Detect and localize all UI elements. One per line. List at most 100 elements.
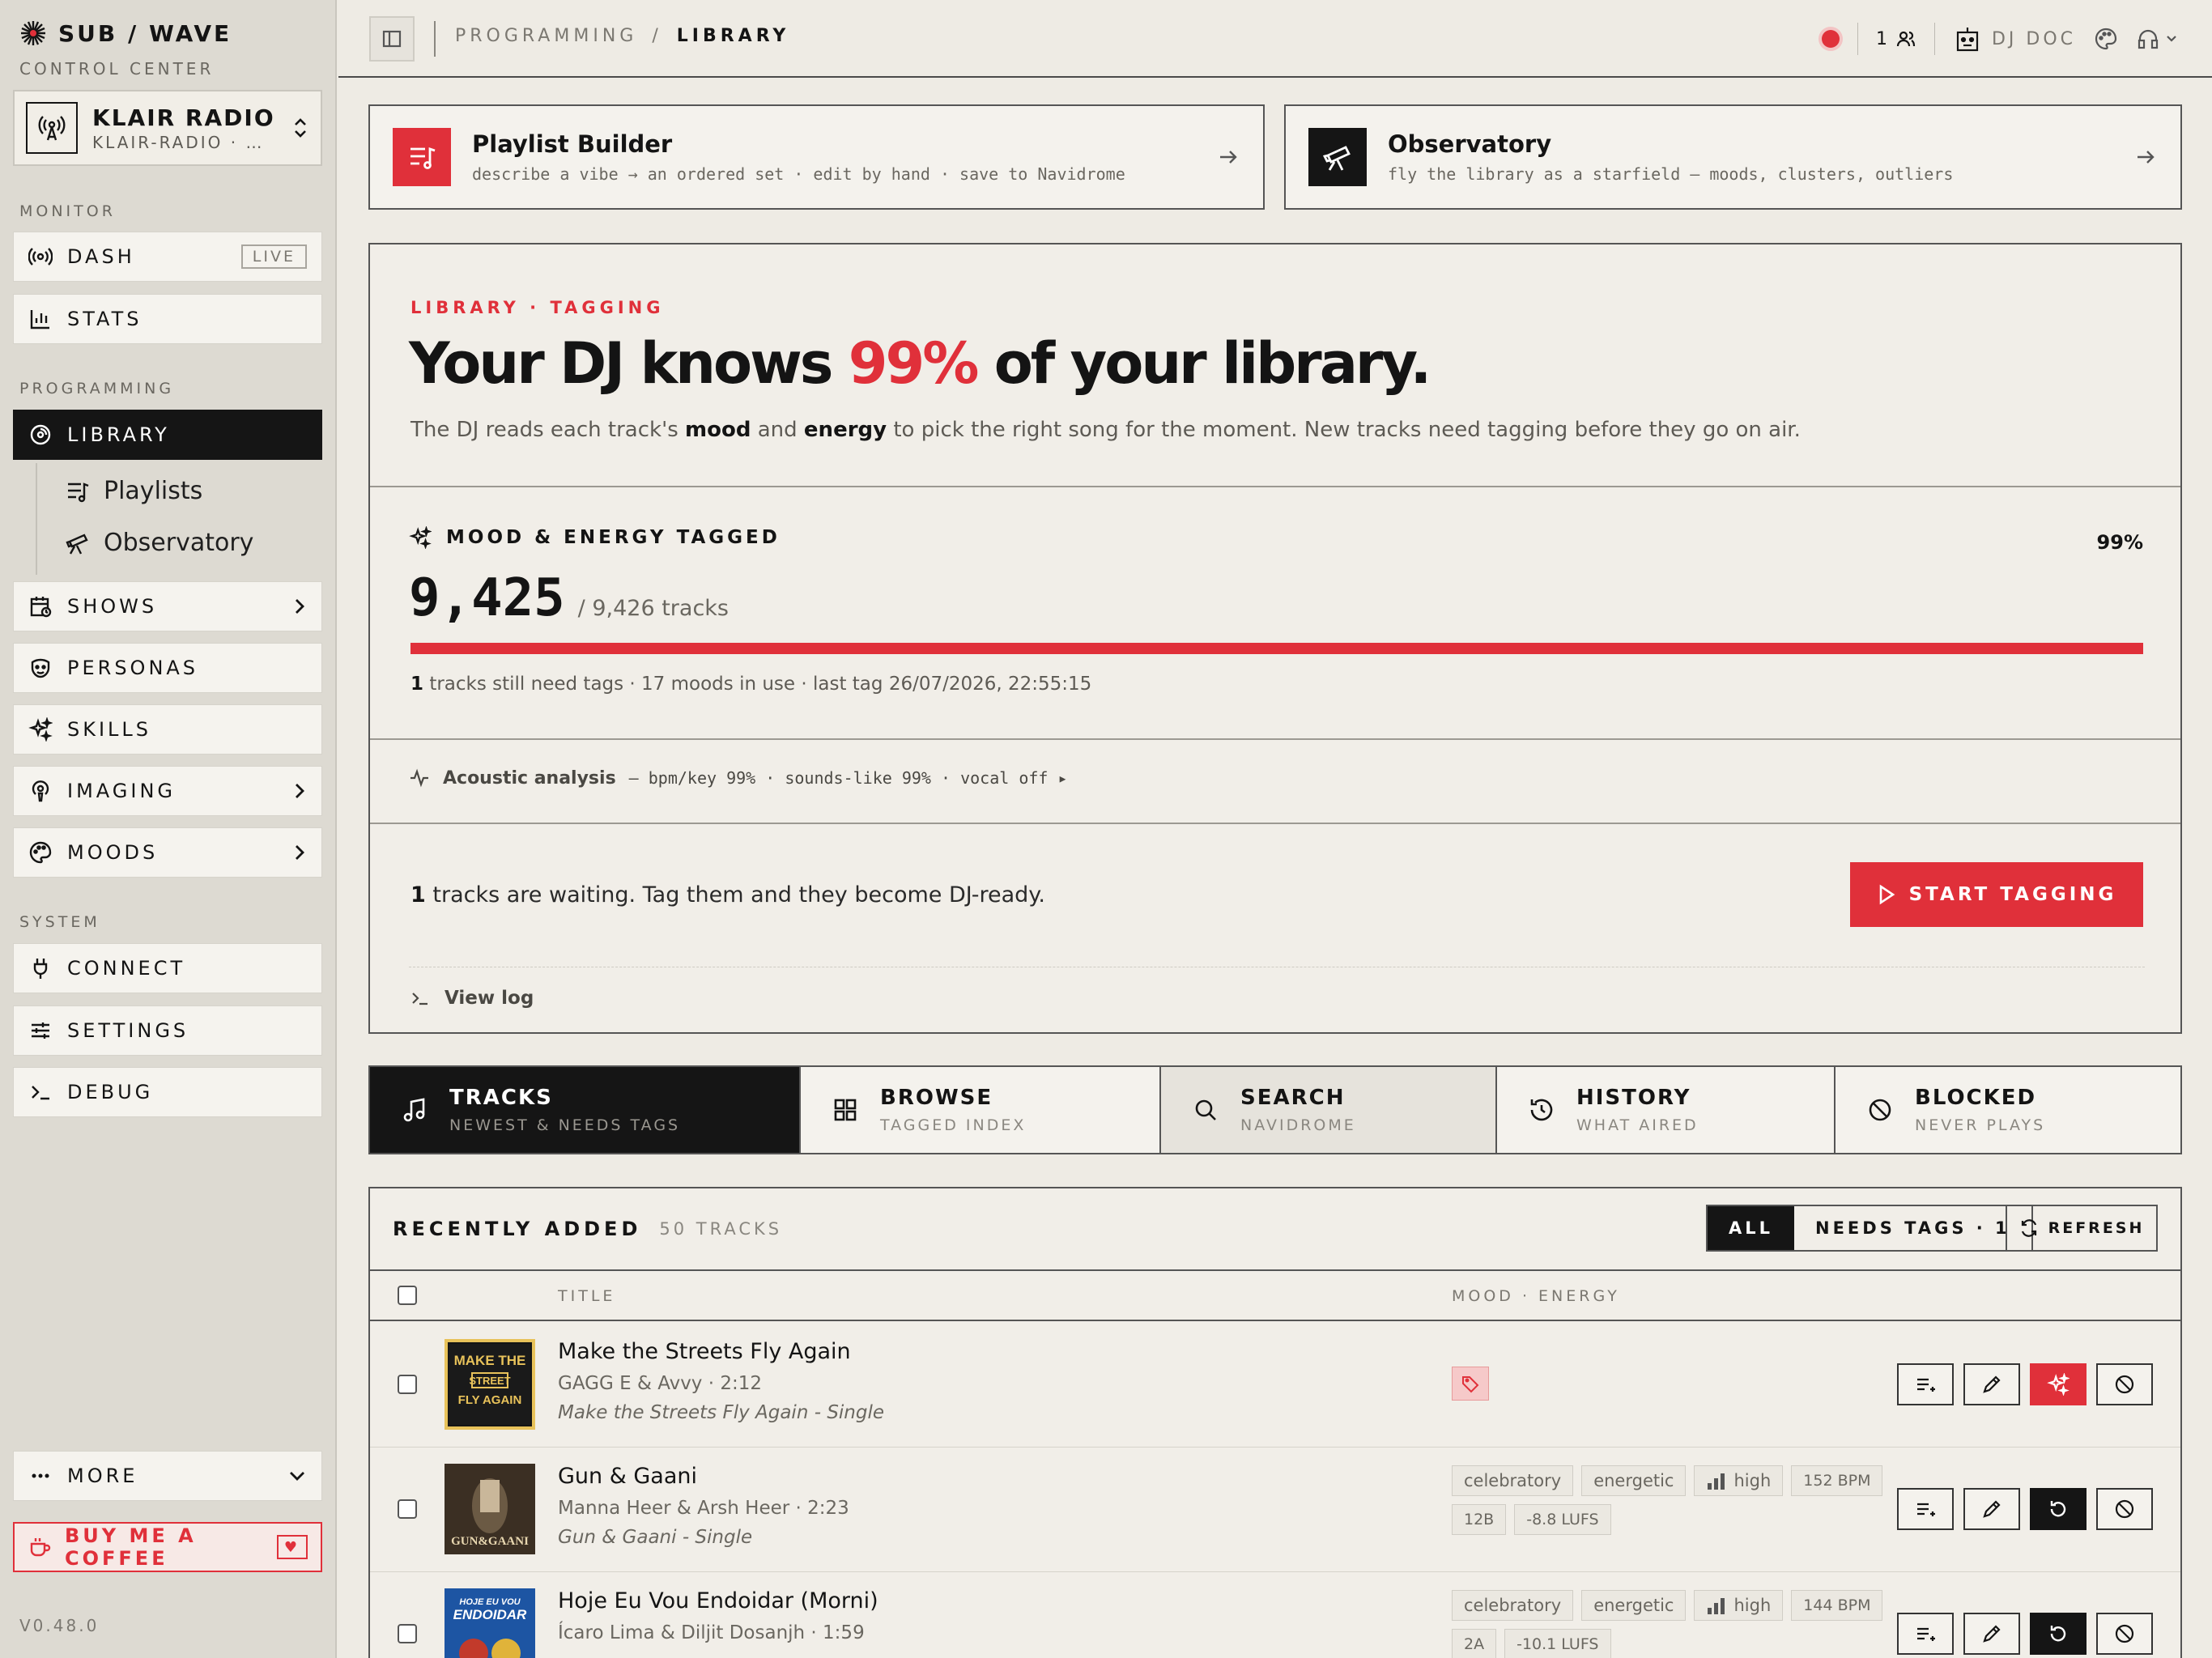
nav-library[interactable]: LIBRARY (13, 410, 322, 460)
activity-pulse-icon (409, 767, 430, 789)
nav-dash[interactable]: DASH LIVE (13, 232, 322, 282)
panel-title: RECENTLY ADDED (393, 1218, 642, 1240)
nav-skills[interactable]: SKILLS (13, 704, 322, 755)
refresh-button[interactable]: REFRESH (2006, 1205, 2158, 1252)
nav-shows[interactable]: SHOWS (13, 581, 322, 631)
tagged-count: 9,425 (409, 568, 565, 628)
subtree-line (36, 463, 37, 575)
table-header: TITLE MOOD · ENERGY (370, 1269, 2180, 1321)
block-button[interactable] (2096, 1488, 2153, 1530)
nav-debug[interactable]: DEBUG (13, 1067, 322, 1117)
tag-with-ai-button[interactable] (2030, 1363, 2087, 1405)
tab-blocked-title: BLOCKED (1915, 1086, 2037, 1110)
sparkles-icon (409, 526, 432, 549)
nav-stats[interactable]: STATS (13, 294, 322, 344)
lede-part: and (751, 418, 804, 442)
table-row[interactable]: GUN&GAANI Gun & Gaani Manna Heer & Arsh … (370, 1448, 2180, 1572)
edit-button[interactable] (1963, 1613, 2020, 1655)
tagging-progress-bar (410, 643, 2143, 654)
row-checkbox[interactable] (398, 1375, 417, 1394)
chevron-right-icon (292, 843, 307, 862)
tab-blocked[interactable]: BLOCKED NEVER PLAYS (1836, 1067, 2180, 1153)
tab-search[interactable]: SEARCH NAVIDROME (1161, 1067, 1497, 1153)
sparkles-icon (28, 717, 53, 742)
ban-icon (1866, 1096, 1894, 1124)
headline-post: of your library. (976, 330, 1432, 397)
mood-energy-tags: celebratory energetic high 144 BPM 2A -1… (1452, 1590, 1889, 1658)
tab-history[interactable]: HISTORY WHAT AIRED (1497, 1067, 1836, 1153)
buy-me-a-coffee-button[interactable]: BUY ME A COFFEE ♥ (13, 1522, 322, 1572)
edit-button[interactable] (1963, 1363, 2020, 1405)
needs-tags-icon (1452, 1367, 1489, 1401)
nav-more[interactable]: MORE (13, 1451, 322, 1501)
edit-button[interactable] (1963, 1488, 2020, 1530)
svg-text:HOJE EU VOU: HOJE EU VOU (459, 1597, 521, 1607)
nav-settings[interactable]: SETTINGS (13, 1005, 322, 1056)
add-to-queue-button[interactable] (1897, 1363, 1954, 1405)
nav-playlists[interactable]: Playlists (65, 477, 202, 505)
bar-chart-icon (28, 307, 53, 331)
panel-header: RECENTLY ADDED 50 TRACKS (393, 1218, 782, 1240)
block-button[interactable] (2096, 1363, 2153, 1405)
acoustic-analysis-toggle[interactable]: Acoustic analysis — bpm/key 99% · sounds… (409, 767, 1068, 789)
station-switcher[interactable]: KLAIR RADIO KLAIR-RADIO · … (13, 90, 322, 166)
start-tagging-button[interactable]: START TAGGING (1850, 862, 2143, 927)
retag-button[interactable] (2030, 1488, 2087, 1530)
library-tabs: TRACKS NEWEST & NEEDS TAGS BROWSE TAGGED I… (368, 1065, 2182, 1154)
tagging-panel: LIBRARY · TAGGING Your DJ knows 99% of y… (368, 243, 2182, 1034)
signal-bars-icon (1708, 1598, 1725, 1614)
select-all-checkbox[interactable] (398, 1286, 417, 1305)
svg-text:FLY AGAIN: FLY AGAIN (458, 1393, 522, 1407)
mood-energy-title: MOOD & ENERGY TAGGED (446, 527, 781, 548)
filter-needs-tags[interactable]: NEEDS TAGS · 1 (1794, 1206, 2031, 1250)
row-checkbox[interactable] (398, 1624, 417, 1643)
observatory-card[interactable]: Observatory fly the library as a starfie… (1284, 104, 2182, 210)
nav-connect[interactable]: CONNECT (13, 943, 322, 993)
view-log-button[interactable]: View log (410, 988, 534, 1009)
breadcrumb-separator: / (652, 26, 662, 46)
nav-more-label: MORE (67, 1465, 138, 1487)
breadcrumb-parent[interactable]: PROGRAMMING (455, 26, 637, 46)
block-button[interactable] (2096, 1613, 2153, 1655)
signal-bars-icon (1708, 1473, 1725, 1490)
nav-debug-label: DEBUG (67, 1081, 154, 1103)
music-note-icon (401, 1096, 428, 1124)
section-eyebrow: LIBRARY · TAGGING (410, 298, 665, 317)
station-slug: KLAIR-RADIO · … (92, 132, 265, 152)
pencil-icon (1980, 1498, 2003, 1520)
robot-icon (1953, 24, 1982, 53)
sparkles-icon (2047, 1373, 2069, 1396)
nav-moods[interactable]: MOODS (13, 827, 322, 878)
dj-name[interactable]: DJ DOC (1992, 29, 2076, 49)
waiting-rest: tracks are waiting. Tag them and they be… (425, 882, 1046, 908)
arrow-right-icon (1216, 145, 1240, 169)
table-row[interactable]: MAKE THE STREET FLY AGAIN Make the Stree… (370, 1323, 2180, 1448)
table-row[interactable]: HOJE EU VOU ENDOIDAR Hoje Eu Vou Endoida… (370, 1572, 2180, 1658)
toggle-sidebar-button[interactable] (369, 16, 415, 62)
coffee-cup-icon (28, 1535, 52, 1559)
nav-dash-label: DASH (67, 245, 135, 268)
users-icon (1895, 28, 1916, 49)
tab-browse[interactable]: BROWSE TAGGED INDEX (801, 1067, 1161, 1153)
list-plus-icon (1914, 1622, 1937, 1645)
add-to-queue-button[interactable] (1897, 1613, 1954, 1655)
add-to-queue-button[interactable] (1897, 1488, 1954, 1530)
telescope-icon (1308, 128, 1367, 186)
nav-observatory[interactable]: Observatory (65, 529, 253, 557)
acoustic-detail: — bpm/key 99% · sounds-like 99% · vocal … (628, 768, 1068, 788)
palette-icon[interactable] (2094, 27, 2118, 51)
track-title: Hoje Eu Vou Endoidar (Morni) (558, 1588, 878, 1613)
start-tagging-label: START TAGGING (1908, 884, 2117, 905)
playlist-builder-card[interactable]: Playlist Builder describe a vibe → an or… (368, 104, 1265, 210)
nav-imaging[interactable]: IMAGING (13, 766, 322, 816)
tab-tracks[interactable]: TRACKS NEWEST & NEEDS TAGS (370, 1067, 801, 1153)
nav-personas[interactable]: PERSONAS (13, 643, 322, 693)
row-checkbox[interactable] (398, 1499, 417, 1519)
filter-all[interactable]: ALL (1708, 1206, 1795, 1250)
divider (1857, 23, 1858, 55)
column-title: TITLE (558, 1287, 616, 1305)
chevron-down-icon (2165, 32, 2178, 45)
retag-button[interactable] (2030, 1613, 2087, 1655)
headphones-menu[interactable] (2136, 27, 2178, 51)
tab-history-title: HISTORY (1576, 1086, 1691, 1110)
